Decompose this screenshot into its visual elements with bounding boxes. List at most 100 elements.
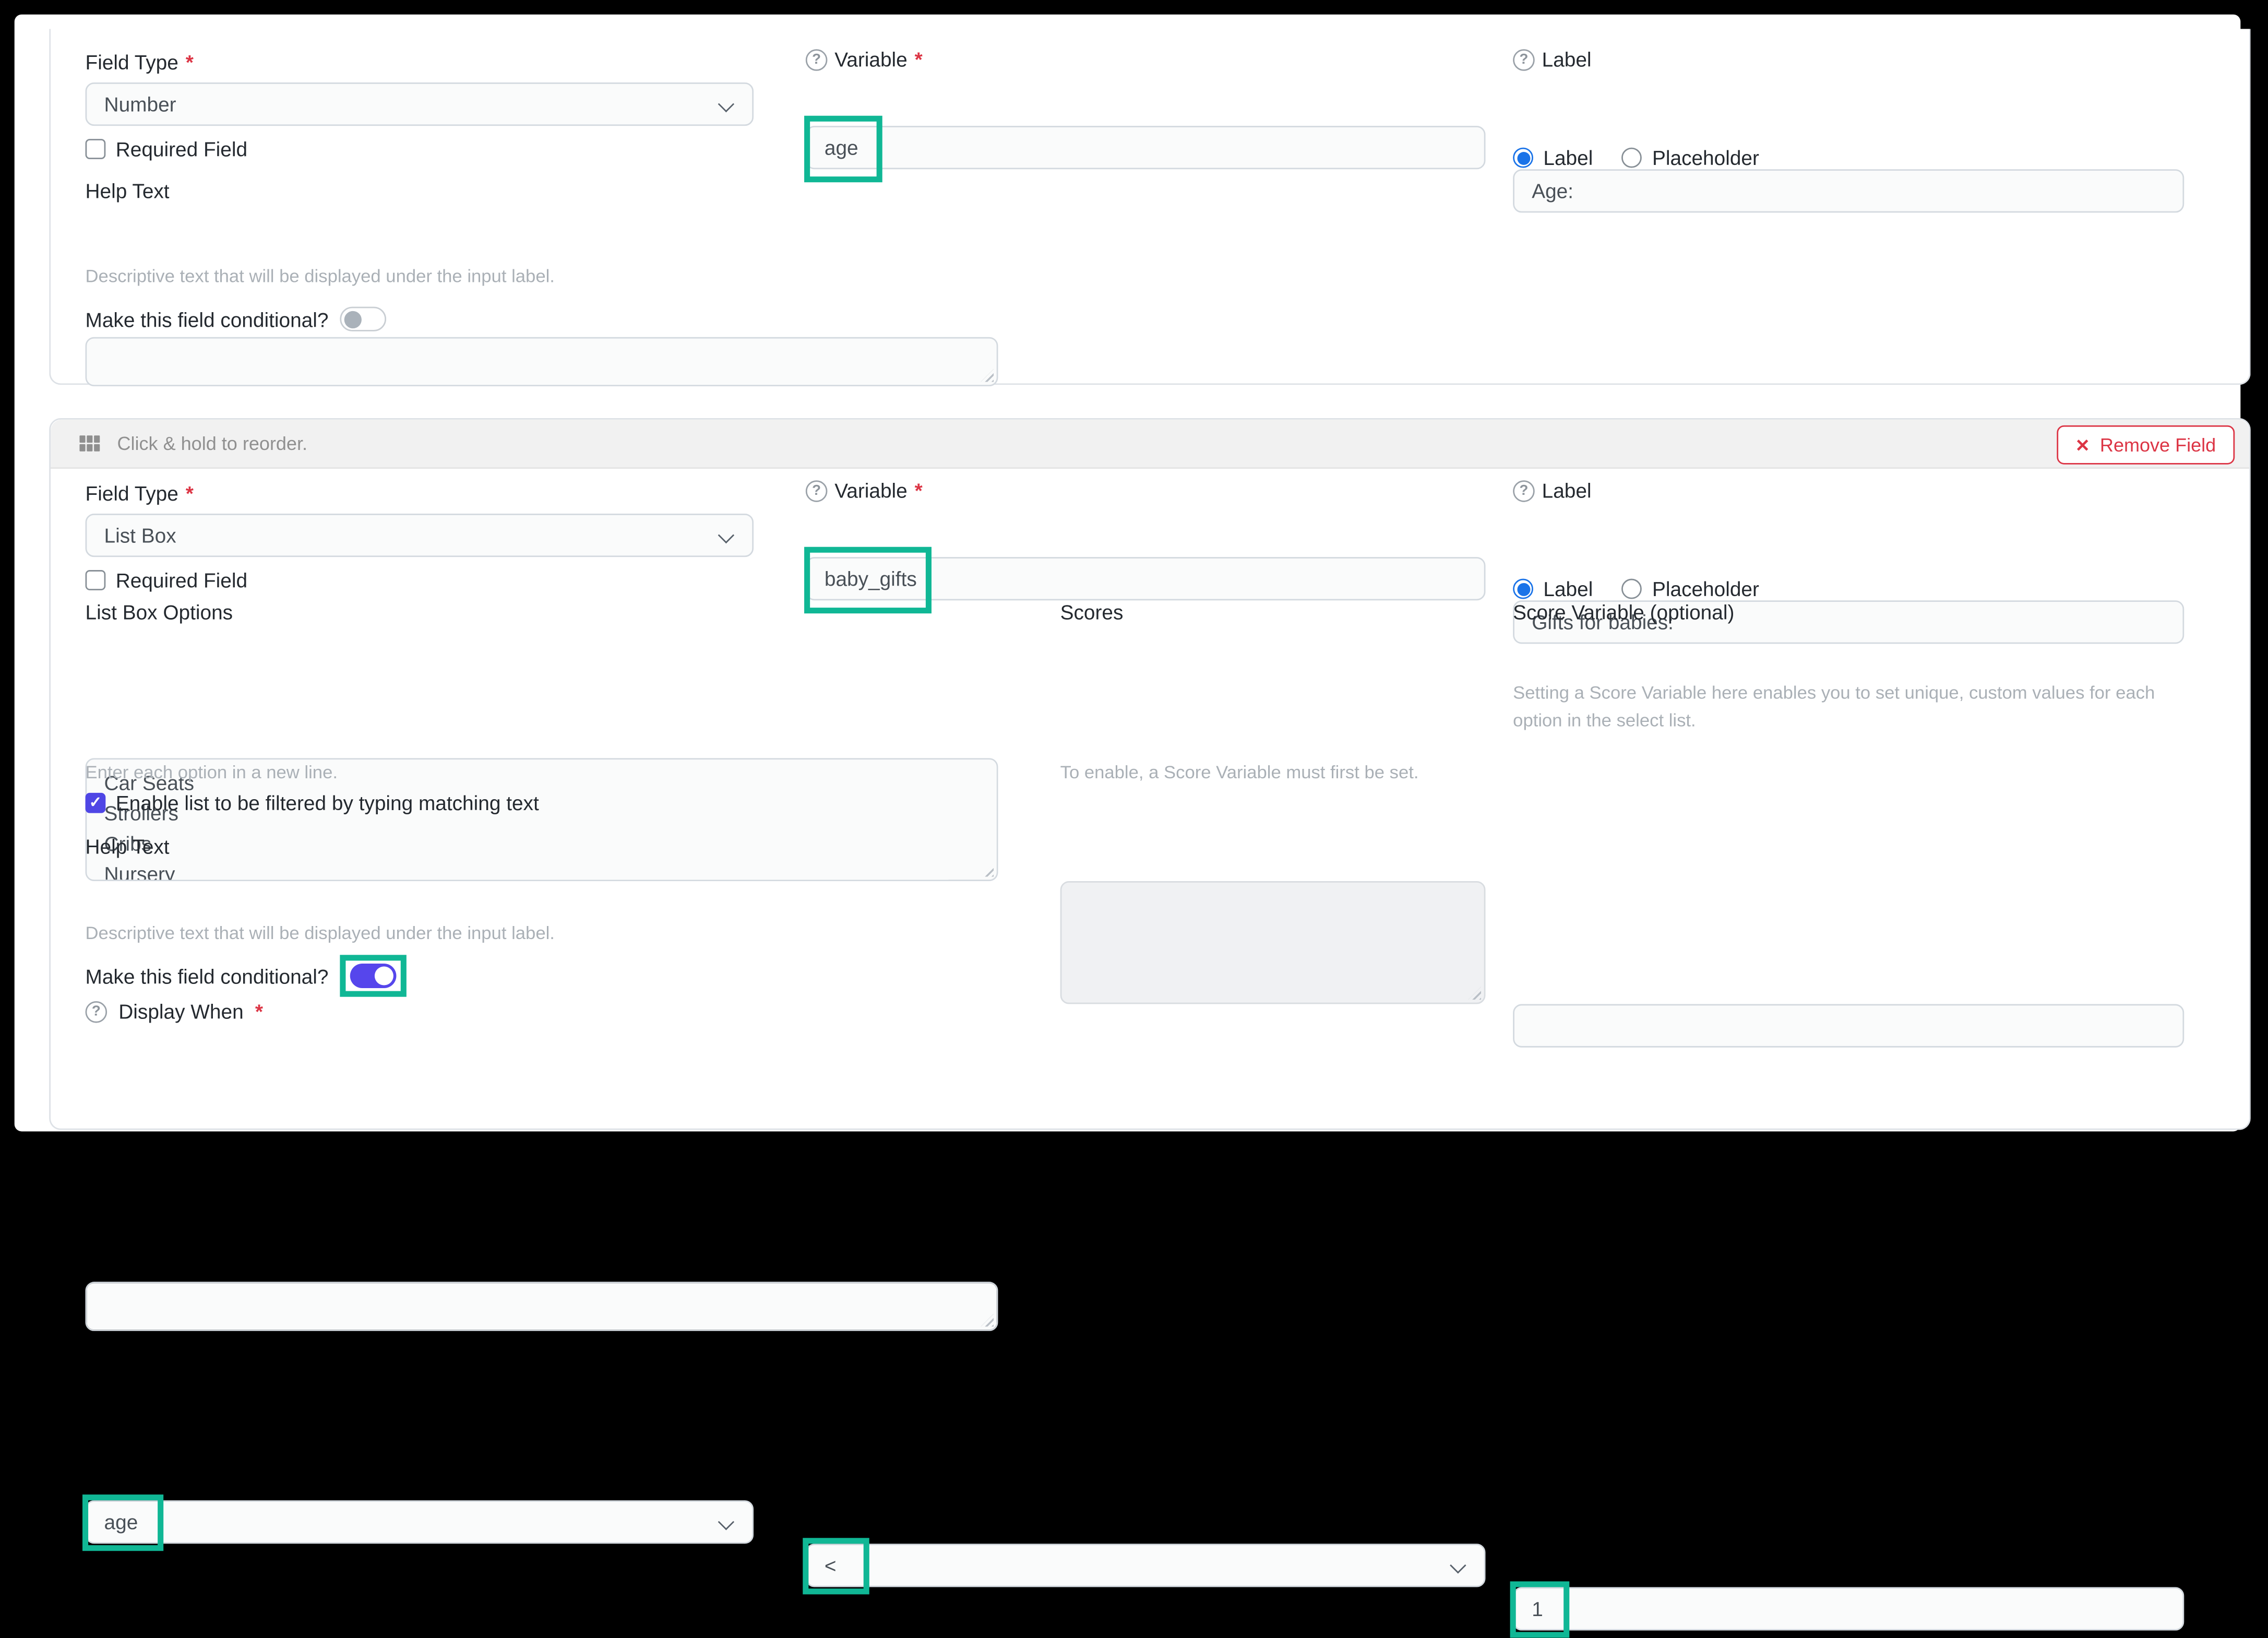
- display-when-label: Display When: [118, 1000, 243, 1023]
- display-when-value: 1: [1532, 1597, 1543, 1620]
- field-card-listbox: Click & hold to reorder. ✕ Remove Field …: [49, 418, 2250, 1130]
- score-variable-input[interactable]: [1513, 1004, 2184, 1048]
- help-icon[interactable]: ?: [1513, 49, 1535, 70]
- display-when-variable-value: age: [104, 1511, 138, 1534]
- display-when-label-row: ? Display When *: [86, 1000, 263, 1023]
- listbox-options-hint: Enter each option in a new line.: [86, 763, 338, 783]
- radio-placeholder-text: Placeholder: [1652, 577, 1759, 600]
- radio-label-text: Label: [1543, 577, 1593, 600]
- variable-label: Variable: [834, 48, 907, 70]
- help-text-hint: Descriptive text that will be displayed …: [86, 266, 555, 287]
- variable-value: age: [825, 136, 858, 159]
- radio-placeholder-text: Placeholder: [1652, 146, 1759, 169]
- help-text-area-wrap: [86, 337, 998, 386]
- variable-label-row: ? Variable *: [806, 479, 923, 502]
- help-text-area[interactable]: [86, 337, 998, 386]
- check-icon: ✓: [89, 794, 102, 812]
- required-field-checkbox[interactable]: [86, 570, 106, 590]
- form-builder-page: Field Type * Number Required Field ? Var…: [15, 15, 2241, 1132]
- chevron-down-icon: [718, 96, 734, 112]
- required-asterisk: *: [186, 482, 194, 505]
- help-text-label: Help Text: [86, 180, 170, 203]
- display-when-value-input[interactable]: 1: [1513, 1587, 2184, 1631]
- help-icon[interactable]: ?: [86, 1001, 108, 1023]
- radio-option-label[interactable]: Label: [1513, 146, 1593, 169]
- field-type-label: Field Type: [86, 51, 178, 74]
- required-asterisk: *: [255, 1000, 263, 1023]
- field-card-number: Field Type * Number Required Field ? Var…: [49, 29, 2250, 385]
- filter-checkbox-label: Enable list to be filtered by typing mat…: [116, 791, 539, 814]
- reorder-hint: Click & hold to reorder.: [117, 433, 308, 455]
- screenshot-stage: Field Type * Number Required Field ? Var…: [0, 0, 2268, 1160]
- field-type-select[interactable]: List Box: [86, 514, 754, 557]
- variable-label: Variable: [834, 479, 907, 502]
- filter-checkbox-row: ✓ Enable list to be filtered by typing m…: [86, 791, 539, 814]
- help-icon[interactable]: ?: [1513, 480, 1535, 502]
- display-when-operator-select[interactable]: <: [806, 1544, 1486, 1587]
- radio-option-label[interactable]: Label: [1513, 577, 1593, 600]
- chevron-down-icon: [718, 527, 734, 543]
- conditional-toggle-on[interactable]: [350, 964, 397, 988]
- radio-option-placeholder[interactable]: Placeholder: [1622, 146, 1759, 169]
- label-label: Label: [1542, 48, 1592, 70]
- required-field-row: Required Field: [86, 568, 248, 591]
- drag-handle-icon[interactable]: [79, 436, 102, 451]
- label-label: Label: [1542, 479, 1592, 502]
- filter-checkbox[interactable]: ✓: [86, 793, 106, 813]
- conditional-row: Make this field conditional?: [86, 307, 387, 331]
- score-variable-hint: Setting a Score Variable here enables yo…: [1513, 680, 2184, 735]
- remove-field-button[interactable]: ✕ Remove Field: [2057, 425, 2235, 465]
- radio-label-text: Label: [1543, 146, 1593, 169]
- help-icon[interactable]: ?: [806, 480, 828, 502]
- conditional-label: Make this field conditional?: [86, 307, 329, 330]
- conditional-label: Make this field conditional?: [86, 964, 329, 987]
- toggle-knob: [344, 311, 361, 328]
- field-type-label-row: Field Type *: [86, 51, 194, 74]
- required-field-checkbox[interactable]: [86, 139, 106, 159]
- field-type-value: List Box: [104, 524, 176, 547]
- conditional-toggle-off[interactable]: [340, 307, 387, 331]
- help-text-area[interactable]: [86, 1282, 998, 1331]
- chevron-down-icon: [718, 1514, 734, 1530]
- required-asterisk: *: [186, 51, 194, 74]
- variable-input[interactable]: baby_gifts: [806, 557, 1486, 600]
- display-when-variable-select[interactable]: age: [86, 1500, 754, 1544]
- score-variable-label: Score Variable (optional): [1513, 600, 1734, 623]
- label-label-row: ? Label: [1513, 48, 1591, 70]
- label-label-row: ? Label: [1513, 479, 1591, 502]
- radio-unselected-icon[interactable]: [1622, 579, 1642, 599]
- display-when-operator-value: <: [825, 1554, 837, 1577]
- radio-option-placeholder[interactable]: Placeholder: [1622, 577, 1759, 600]
- scores-textarea: [1060, 881, 1486, 1004]
- field-type-value: Number: [104, 92, 176, 115]
- required-field-label: Required Field: [116, 137, 247, 160]
- radio-selected-icon[interactable]: [1513, 148, 1533, 168]
- required-field-label: Required Field: [116, 568, 247, 591]
- field-type-label-row: Field Type *: [86, 482, 194, 505]
- reorder-header: Click & hold to reorder. ✕ Remove Field: [51, 420, 2249, 469]
- help-text-hint: Descriptive text that will be displayed …: [86, 923, 555, 943]
- radio-selected-icon[interactable]: [1513, 579, 1533, 599]
- chevron-down-icon: [1450, 1557, 1466, 1573]
- field-type-label: Field Type: [86, 482, 178, 505]
- highlight-annotation: [340, 955, 407, 996]
- listbox-options-label: List Box Options: [86, 600, 233, 623]
- label-placement-radios: Label Placeholder: [1513, 146, 1759, 169]
- help-icon[interactable]: ?: [806, 49, 828, 70]
- label-value: Age:: [1532, 180, 1573, 203]
- variable-input[interactable]: age: [806, 126, 1486, 169]
- label-placement-radios: Label Placeholder: [1513, 577, 1759, 600]
- scores-wrap: [1060, 881, 1486, 1004]
- conditional-row: Make this field conditional?: [86, 955, 407, 996]
- radio-unselected-icon[interactable]: [1622, 148, 1642, 168]
- required-asterisk: *: [915, 479, 923, 502]
- variable-label-row: ? Variable *: [806, 48, 923, 70]
- scores-hint: To enable, a Score Variable must first b…: [1060, 763, 1419, 783]
- variable-value: baby_gifts: [825, 567, 917, 590]
- toggle-knob: [375, 966, 393, 985]
- field-type-select[interactable]: Number: [86, 82, 754, 126]
- help-text-label: Help Text: [86, 835, 170, 858]
- label-input[interactable]: Age:: [1513, 169, 2184, 212]
- required-field-row: Required Field: [86, 137, 248, 160]
- remove-field-label: Remove Field: [2100, 434, 2216, 456]
